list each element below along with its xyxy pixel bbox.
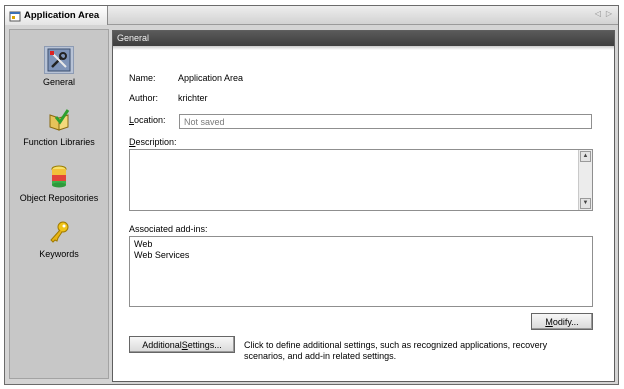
additional-label-pre: Additional — [142, 339, 182, 350]
tab-navigation: ◁ ▷ — [595, 9, 612, 18]
category-sidebar: General Function Libraries Object Reposi… — [9, 29, 109, 379]
author-value: krichter — [178, 93, 208, 103]
author-label: Author: — [129, 93, 159, 103]
tab-title: Application Area — [24, 10, 100, 21]
sidebar-item-function-libraries[interactable]: Function Libraries — [10, 106, 108, 147]
keywords-icon — [44, 218, 74, 246]
sidebar-item-label: Keywords — [39, 249, 79, 259]
name-value: Application Area — [178, 73, 244, 83]
scroll-up-icon[interactable]: ▲ — [580, 151, 591, 162]
sidebar-item-object-repositories[interactable]: Object Repositories — [10, 162, 108, 203]
modify-access-key: M — [545, 316, 553, 327]
location-label-rest: ocation: — [134, 115, 166, 125]
general-tools-icon — [44, 46, 74, 74]
application-area-tab[interactable]: Application Area — [5, 6, 108, 25]
modify-button[interactable]: Modify... — [531, 313, 593, 330]
description-textarea[interactable]: ▲ ▼ — [129, 149, 593, 211]
name-label: Name: — [129, 73, 156, 83]
additional-settings-description: Click to define additional settings, suc… — [244, 340, 548, 361]
modify-label-rest: odify... — [552, 316, 579, 327]
additional-settings-button[interactable]: Additional Settings... — [129, 336, 235, 353]
sidebar-item-label: Function Libraries — [23, 137, 95, 147]
header-divider — [113, 46, 614, 50]
sidebar-item-keywords[interactable]: Keywords — [10, 218, 108, 259]
scroll-right-icon[interactable]: ▷ — [606, 9, 612, 18]
application-area-window: Application Area ◁ ▷ General Function Li… — [4, 5, 619, 385]
object-repositories-icon — [44, 162, 74, 190]
sidebar-item-label: General — [42, 77, 76, 87]
list-item[interactable]: Web Services — [134, 250, 588, 261]
function-libraries-icon — [44, 106, 74, 134]
description-label: Description: — [129, 137, 177, 147]
sidebar-item-general[interactable]: General — [10, 46, 108, 87]
location-label: Location: — [129, 115, 166, 125]
addins-list[interactable]: Web Web Services — [129, 236, 593, 307]
application-area-icon — [9, 10, 21, 22]
location-field[interactable]: Not saved — [179, 114, 592, 129]
scroll-left-icon[interactable]: ◁ — [595, 9, 601, 18]
description-scrollbar[interactable]: ▲ ▼ — [578, 150, 592, 210]
sidebar-item-label: Object Repositories — [19, 193, 99, 203]
panel-header: General — [113, 31, 614, 46]
additional-label-rest: ettings... — [187, 339, 222, 350]
document-tab-strip: Application Area ◁ ▷ — [5, 6, 618, 25]
list-item[interactable]: Web — [134, 239, 588, 250]
description-label-rest: escription: — [135, 137, 177, 147]
addins-label: Associated add-ins: — [129, 224, 208, 234]
general-settings-panel: General Name: Application Area Author: k… — [112, 30, 615, 382]
scroll-down-icon[interactable]: ▼ — [580, 198, 591, 209]
